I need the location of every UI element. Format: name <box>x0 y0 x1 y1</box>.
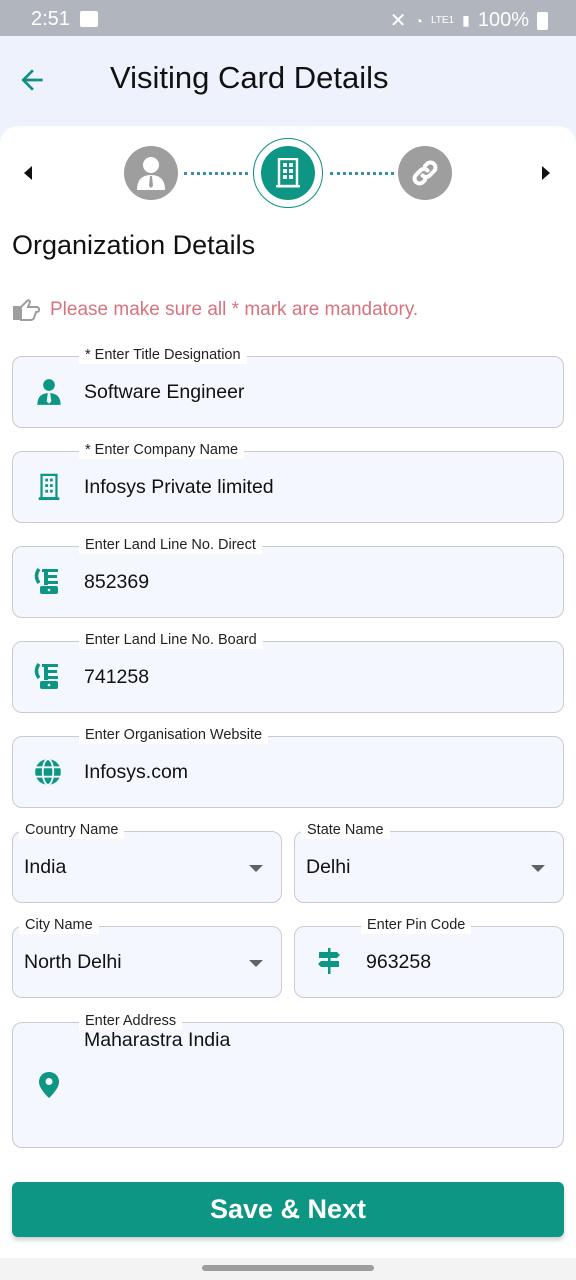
hand-pointing-icon <box>13 299 40 321</box>
address-label: Enter Address <box>79 1012 183 1030</box>
landline-direct-field[interactable]: Enter Land Line No. Direct 852369 <box>12 536 564 618</box>
back-arrow-icon[interactable] <box>16 64 48 96</box>
globe-icon <box>35 758 61 786</box>
chevron-down-icon[interactable] <box>249 865 263 872</box>
wifi-icon: ◔ <box>414 12 423 29</box>
pin-code-label: Enter Pin Code <box>361 916 472 934</box>
country-value: India <box>24 856 67 878</box>
step-connector <box>330 172 394 175</box>
chevron-down-icon[interactable] <box>249 960 263 967</box>
link-icon <box>412 160 438 186</box>
status-time: 2:51 <box>31 8 70 30</box>
country-dropdown[interactable]: Country Name India <box>12 821 282 903</box>
mute-icon: ✕ <box>389 10 407 32</box>
city-dropdown[interactable]: City Name North Delhi <box>12 916 282 998</box>
app-bar: Visiting Card Details <box>0 36 576 126</box>
battery-icon <box>537 11 548 30</box>
city-label: City Name <box>19 916 99 934</box>
landline-direct-label: Enter Land Line No. Direct <box>79 536 262 554</box>
building-icon <box>276 158 300 188</box>
stepper-next-icon[interactable] <box>542 166 550 180</box>
mandatory-notice: Please make sure all * mark are mandator… <box>12 298 418 322</box>
company-name-value: Infosys Private limited <box>84 476 274 498</box>
battery-text: 100% <box>477 9 529 31</box>
building-icon <box>38 473 60 501</box>
address-value: Maharastra India <box>84 1029 231 1051</box>
signpost-icon <box>318 948 340 974</box>
network-label: LTE1 <box>430 15 455 26</box>
state-value: Delhi <box>306 856 351 878</box>
landline-board-field[interactable]: Enter Land Line No. Board 741258 <box>12 631 564 713</box>
country-label: Country Name <box>19 821 125 839</box>
page-title: Visiting Card Details <box>110 60 389 95</box>
step-links[interactable] <box>398 146 452 200</box>
stepper-prev-icon[interactable] <box>24 166 32 180</box>
system-nav-bar <box>0 1258 576 1280</box>
step-organization[interactable] <box>261 146 315 200</box>
location-pin-icon <box>39 1072 59 1098</box>
pin-code-field[interactable]: Enter Pin Code 963258 <box>294 916 564 998</box>
landline-board-value: 741258 <box>84 666 150 688</box>
landline-board-label: Enter Land Line No. Board <box>79 631 263 649</box>
company-name-field[interactable]: * Enter Company Name Infosys Private lim… <box>12 441 564 523</box>
signal-icon: ▮ <box>462 12 470 28</box>
website-field[interactable]: Enter Organisation Website Infosys.com <box>12 726 564 808</box>
notice-text: Please make sure all * mark are mandator… <box>50 299 419 320</box>
person-icon <box>137 157 165 190</box>
step-connector <box>184 172 248 175</box>
title-designation-value: Software Engineer <box>84 381 245 403</box>
status-bar: 2:51 ✕ ◔ LTE1 ▮ 100% <box>0 0 576 36</box>
website-value: Infosys.com <box>84 761 189 783</box>
landline-direct-value: 852369 <box>84 571 150 593</box>
state-dropdown[interactable]: State Name Delhi <box>294 821 564 903</box>
city-value: North Delhi <box>24 951 122 973</box>
website-label: Enter Organisation Website <box>79 726 269 744</box>
telephone-icon <box>34 662 58 689</box>
title-designation-label: * Enter Title Designation <box>79 346 247 364</box>
telephone-icon <box>34 567 58 594</box>
home-gesture-handle[interactable] <box>202 1265 374 1271</box>
state-label: State Name <box>301 821 390 839</box>
step-personal[interactable] <box>124 146 178 200</box>
chevron-down-icon[interactable] <box>531 865 545 872</box>
gallery-notification-icon <box>80 11 98 27</box>
pin-code-value: 963258 <box>366 951 432 973</box>
stepper <box>0 136 576 226</box>
title-designation-field[interactable]: * Enter Title Designation Software Engin… <box>12 346 564 428</box>
save-next-button[interactable]: Save & Next <box>12 1182 564 1237</box>
section-title: Organization Details <box>12 230 256 260</box>
status-icons: ✕ ◔ LTE1 ▮ 100% <box>390 8 548 33</box>
address-field[interactable]: Enter Address Maharastra India <box>12 1012 564 1148</box>
person-tie-icon <box>37 379 61 405</box>
company-name-label: * Enter Company Name <box>79 441 245 459</box>
